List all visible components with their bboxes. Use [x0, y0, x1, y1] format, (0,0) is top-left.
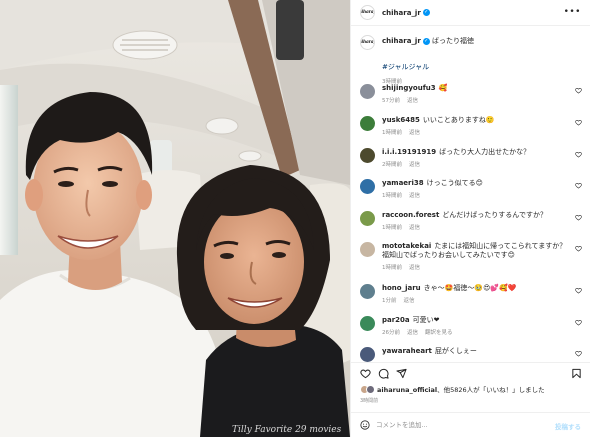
commenter-avatar[interactable]: [360, 347, 375, 362]
comments-list[interactable]: chihara_jr chihara_jr✓ ばったり福徳 #ジャルジャル 3時…: [351, 26, 590, 362]
comment-item: i.i.i.19191919 ばったり大人力出せたかな？ 2時間前 返信: [360, 148, 586, 168]
commenter-avatar[interactable]: [360, 242, 375, 257]
comment-time: 26分前: [382, 330, 400, 336]
comment-item: par20a 可愛い❤ 26分前 返信 翻訳を見る: [360, 316, 586, 336]
comment-time: 57分前: [382, 98, 400, 104]
comment-time: 1時間前: [382, 265, 402, 271]
post-photo[interactable]: Tilly Favorite 29 movies: [0, 0, 350, 437]
emoji-icon[interactable]: [360, 420, 370, 430]
post-comment-button[interactable]: 投稿する: [555, 421, 581, 431]
comment-time: 1時間前: [382, 130, 402, 136]
commenter-avatar[interactable]: [360, 179, 375, 194]
bookmark-icon[interactable]: [571, 368, 582, 379]
comment-like-heart-icon[interactable]: [575, 151, 582, 158]
comment-time: 1分前: [382, 298, 397, 304]
comment-icon[interactable]: [378, 368, 389, 379]
likes-summary[interactable]: aiharuna_official、他5826人が「いいね！」しました: [360, 384, 545, 394]
comment-item: shijingyoufu3 🥰 57分前 返信: [360, 84, 586, 104]
commenter-username[interactable]: raccoon.forest: [382, 211, 439, 219]
commenter-username[interactable]: par20a: [382, 316, 410, 324]
caption-avatar[interactable]: chihara_jr: [360, 35, 375, 50]
selfie-image: Tilly Favorite 29 movies: [0, 0, 350, 437]
liker-username[interactable]: aiharuna_official: [377, 386, 437, 394]
paper-plane-icon[interactable]: [396, 368, 407, 379]
reply-button[interactable]: 返信: [409, 225, 420, 231]
comment-like-heart-icon[interactable]: [575, 182, 582, 189]
commenter-username[interactable]: mototakekai: [382, 242, 431, 250]
reply-button[interactable]: 返信: [409, 162, 420, 168]
comment-time: 2時間前: [382, 162, 402, 168]
comment-like-heart-icon[interactable]: [575, 87, 582, 94]
comment-text: 屁がくしぇー: [434, 347, 477, 355]
caption-username[interactable]: chihara_jr: [382, 37, 421, 45]
comment-text: きゃ〜🤩福徳〜🥹😍💕🥰❤️: [423, 284, 517, 292]
commenter-avatar[interactable]: [360, 148, 375, 163]
comment-item: yamaeri38 けっこう似てる😊 1時間前 返信: [360, 179, 586, 199]
comment-like-heart-icon[interactable]: [575, 350, 582, 357]
reply-button[interactable]: 返信: [409, 193, 420, 199]
comment-text: どんだけばったりするんですか？: [442, 211, 547, 219]
likes-text: aiharuna_official、他5826人が「いいね！」しました: [377, 384, 545, 394]
comment-input[interactable]: [376, 421, 546, 429]
author-avatar[interactable]: chihara_jr: [360, 5, 375, 20]
commenter-avatar[interactable]: [360, 116, 375, 131]
reply-button[interactable]: 返信: [407, 98, 418, 104]
comment-item: yawaraheart 屁がくしぇー: [360, 347, 586, 362]
commenter-username[interactable]: yusk6485: [382, 116, 420, 124]
commenter-avatar[interactable]: [360, 284, 375, 299]
comment-text: 可愛い❤: [412, 316, 440, 324]
commenter-username[interactable]: hono_jaru: [382, 284, 421, 292]
comment-item: yusk6485 いいことありますね🙂 1時間前 返信: [360, 116, 586, 136]
post-header: chihara_jr chihara_jr ✓ •••: [351, 0, 590, 26]
liker-avatar: [366, 384, 375, 394]
commenter-username[interactable]: yawaraheart: [382, 347, 432, 355]
shirt-print: Tilly Favorite 29 movies: [232, 425, 342, 435]
heart-icon[interactable]: [360, 368, 371, 379]
caption-text-line: chihara_jr ✓ ばったり福徳: [382, 35, 474, 46]
comment-text: 🥰: [438, 84, 448, 92]
comment-text: けっこう似てる😊: [426, 179, 483, 187]
post-side-panel: chihara_jr chihara_jr ✓ ••• chihara_jr c…: [350, 0, 590, 437]
comment-item: mototakekai たまには福知山に帰ってこられてますか？福知山でばったりお会…: [360, 242, 586, 271]
author-username[interactable]: chihara_jr: [382, 9, 421, 17]
caption-verified-badge-icon: ✓: [422, 37, 430, 45]
caption-avatar-logo-text: chihara_jr: [361, 40, 374, 45]
caption-hashtag[interactable]: #ジャルジャル: [382, 62, 582, 72]
reply-button[interactable]: 返信: [409, 265, 420, 271]
commenter-avatar[interactable]: [360, 316, 375, 331]
comment-like-heart-icon[interactable]: [575, 245, 582, 252]
comment-item: hono_jaru きゃ〜🤩福徳〜🥹😍💕🥰❤️ 1分前 返信: [360, 284, 586, 304]
commenter-username[interactable]: i.i.i.19191919: [382, 148, 436, 156]
post-timestamp: 3時間前: [360, 398, 379, 404]
likes-count-text: 、他5826人が「いいね！」しました: [437, 386, 545, 394]
comment-item: raccoon.forest どんだけばったりするんですか？ 1時間前 返信: [360, 211, 586, 231]
comment-text: ばったり大人力出せたかな？: [439, 148, 531, 156]
comment-time: 1時間前: [382, 225, 402, 231]
commenter-username[interactable]: yamaeri38: [382, 179, 424, 187]
comment-time: 1時間前: [382, 193, 402, 199]
comment-text: いいことありますね🙂: [422, 116, 495, 124]
commenter-username[interactable]: shijingyoufu3: [382, 84, 436, 92]
post-caption: chihara_jr chihara_jr✓ ばったり福徳 #ジャルジャル 3時…: [360, 35, 582, 85]
reply-button[interactable]: 返信: [404, 298, 415, 304]
verified-badge-icon: ✓: [422, 9, 430, 16]
more-options-icon[interactable]: •••: [564, 8, 581, 17]
commenter-avatar[interactable]: [360, 211, 375, 226]
see-translation-button[interactable]: 翻訳を見る: [425, 330, 453, 336]
caption-text: ばったり福徳: [432, 37, 475, 45]
commenter-avatar[interactable]: [360, 84, 375, 99]
add-comment-bar: 投稿する: [351, 412, 590, 437]
comment-like-heart-icon[interactable]: [575, 287, 582, 294]
reply-button[interactable]: 返信: [407, 330, 418, 336]
post-actions-bar: [351, 362, 590, 384]
comment-like-heart-icon[interactable]: [575, 319, 582, 326]
comment-like-heart-icon[interactable]: [575, 214, 582, 221]
comment-like-heart-icon[interactable]: [575, 119, 582, 126]
reply-button[interactable]: 返信: [409, 130, 420, 136]
avatar-logo-text: chihara_jr: [361, 10, 374, 15]
